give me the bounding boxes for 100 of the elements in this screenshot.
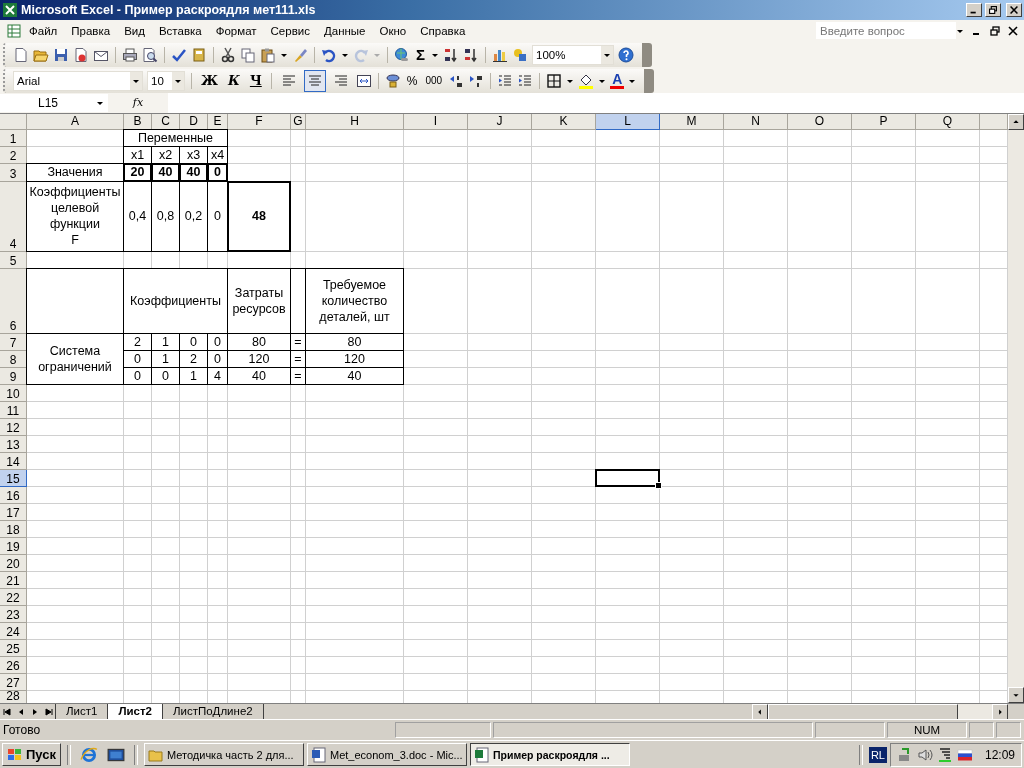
printer-icon[interactable]: [122, 46, 138, 63]
menu-item[interactable]: Вставка: [151, 24, 209, 37]
close-icon[interactable]: [1008, 25, 1018, 36]
menu-item[interactable]: Формат: [208, 24, 264, 37]
flag-icon[interactable]: [956, 746, 973, 763]
column-header[interactable]: Q: [916, 113, 980, 130]
menu-item[interactable]: Файл: [22, 24, 65, 37]
scroll-left-button[interactable]: [752, 703, 768, 720]
help-search-field[interactable]: Введите вопрос: [816, 22, 956, 40]
menu-item[interactable]: Справка: [413, 24, 473, 37]
column-header[interactable]: A: [27, 113, 124, 130]
scissors-icon[interactable]: [220, 46, 236, 63]
merge-cells-icon[interactable]: [355, 72, 372, 89]
bars-icon[interactable]: [936, 746, 953, 763]
restore-button[interactable]: [985, 3, 1001, 17]
column-header[interactable]: J: [468, 113, 532, 130]
row-header[interactable]: 4: [0, 181, 27, 252]
help-icon[interactable]: [618, 46, 634, 63]
sheet-tab[interactable]: Лист2: [107, 703, 163, 720]
fill-color-icon[interactable]: [578, 72, 595, 89]
first-sheet-icon[interactable]: [1, 706, 13, 717]
formula-field[interactable]: [168, 92, 1024, 113]
font-color-button[interactable]: A: [610, 72, 625, 89]
globe-icon[interactable]: [394, 46, 410, 63]
currency-icon[interactable]: [384, 72, 401, 89]
new-document-icon[interactable]: [13, 46, 29, 63]
table-cell: Требуемое количество деталей, шт: [305, 267, 404, 334]
vertical-scrollbar[interactable]: [1008, 113, 1024, 704]
taskbar-button[interactable]: Met_econom_3.doc - Mic...: [307, 743, 467, 766]
font-style-button[interactable]: Ж: [198, 73, 222, 89]
borders-icon[interactable]: [546, 72, 563, 89]
column-header[interactable]: F: [228, 113, 291, 130]
taskbar-button[interactable]: Методичка часть 2 для...: [144, 743, 304, 766]
minimize-button[interactable]: [966, 3, 982, 17]
menu-item[interactable]: Сервис: [263, 24, 317, 37]
column-header[interactable]: E: [208, 113, 228, 130]
select-all-button[interactable]: [0, 113, 27, 130]
table-cell: Значения: [26, 162, 124, 182]
speaker-icon[interactable]: [916, 746, 933, 763]
num-lock-indicator: NUM: [887, 722, 967, 739]
column-header[interactable]: B: [124, 113, 152, 130]
sort-ascending-icon[interactable]: [443, 46, 459, 63]
column-header[interactable]: H: [306, 113, 404, 130]
autosum-button[interactable]: Σ: [414, 46, 427, 64]
font-size-box[interactable]: 10: [147, 70, 185, 91]
start-button[interactable]: Пуск: [2, 743, 61, 766]
font-style-button[interactable]: К: [225, 73, 243, 89]
book-icon[interactable]: [191, 46, 207, 63]
print-preview-icon[interactable]: [142, 46, 158, 63]
sort-descending-icon[interactable]: [463, 46, 479, 63]
row-header[interactable]: 6: [0, 268, 27, 334]
indent-icon[interactable]: [517, 72, 534, 89]
shapes-icon[interactable]: [512, 46, 528, 63]
status-panel: [969, 722, 994, 739]
table-cell: Коэффициенты целевой функции F: [26, 180, 124, 252]
menu-item[interactable]: Данные: [316, 24, 373, 37]
menu-item[interactable]: Окно: [372, 24, 414, 37]
browser-icon[interactable]: [80, 745, 98, 764]
toolbar-grip[interactable]: [644, 68, 655, 93]
document-lock-icon[interactable]: [73, 46, 89, 63]
caret-icon[interactable]: [172, 71, 184, 90]
outdent-icon[interactable]: [497, 72, 514, 89]
zoom-box[interactable]: 100%: [532, 44, 614, 65]
caret-icon[interactable]: [601, 45, 613, 64]
column-header[interactable]: I: [404, 113, 468, 130]
clock[interactable]: 12:09: [984, 747, 1015, 762]
last-sheet-icon[interactable]: [43, 706, 55, 717]
table-cell: 48: [227, 180, 291, 252]
align-center-icon[interactable]: [303, 69, 326, 92]
taskbar-button[interactable]: Пример раскроядля ...: [470, 743, 630, 766]
font-box[interactable]: Arial: [13, 70, 143, 91]
column-header[interactable]: O: [788, 113, 852, 130]
scroll-down-button[interactable]: [1008, 687, 1024, 704]
column-header[interactable]: N: [724, 113, 788, 130]
scroll-up-button[interactable]: [1008, 113, 1024, 130]
column-header[interactable]: M: [660, 113, 724, 130]
scroll-thumb[interactable]: [768, 703, 958, 720]
horizontal-scrollbar[interactable]: [752, 703, 1008, 720]
caret-icon[interactable]: [130, 71, 142, 90]
active-cell[interactable]: [595, 468, 660, 487]
column-header[interactable]: C: [152, 113, 180, 130]
column-header[interactable]: G: [291, 113, 306, 130]
font-style-button[interactable]: Ч: [246, 73, 265, 89]
column-header[interactable]: D: [180, 113, 208, 130]
menu-item[interactable]: Правка: [64, 24, 118, 37]
menu-item[interactable]: Вид: [117, 24, 152, 37]
name-box[interactable]: L15: [0, 93, 108, 112]
column-header[interactable]: K: [532, 113, 596, 130]
restore-icon[interactable]: [990, 25, 1000, 36]
toolbar-grip[interactable]: [642, 42, 652, 67]
thousands-button[interactable]: 000: [423, 75, 445, 87]
percent-button[interactable]: %: [404, 73, 420, 88]
close-button[interactable]: [1006, 3, 1022, 17]
clipboard-icon[interactable]: [260, 46, 276, 63]
column-header[interactable]: P: [852, 113, 916, 130]
scroll-right-button[interactable]: [992, 703, 1008, 720]
workbook-icon[interactable]: [6, 22, 22, 39]
column-header[interactable]: L: [596, 113, 660, 130]
language-indicator[interactable]: RL: [868, 746, 887, 763]
status-panel: [815, 722, 885, 739]
